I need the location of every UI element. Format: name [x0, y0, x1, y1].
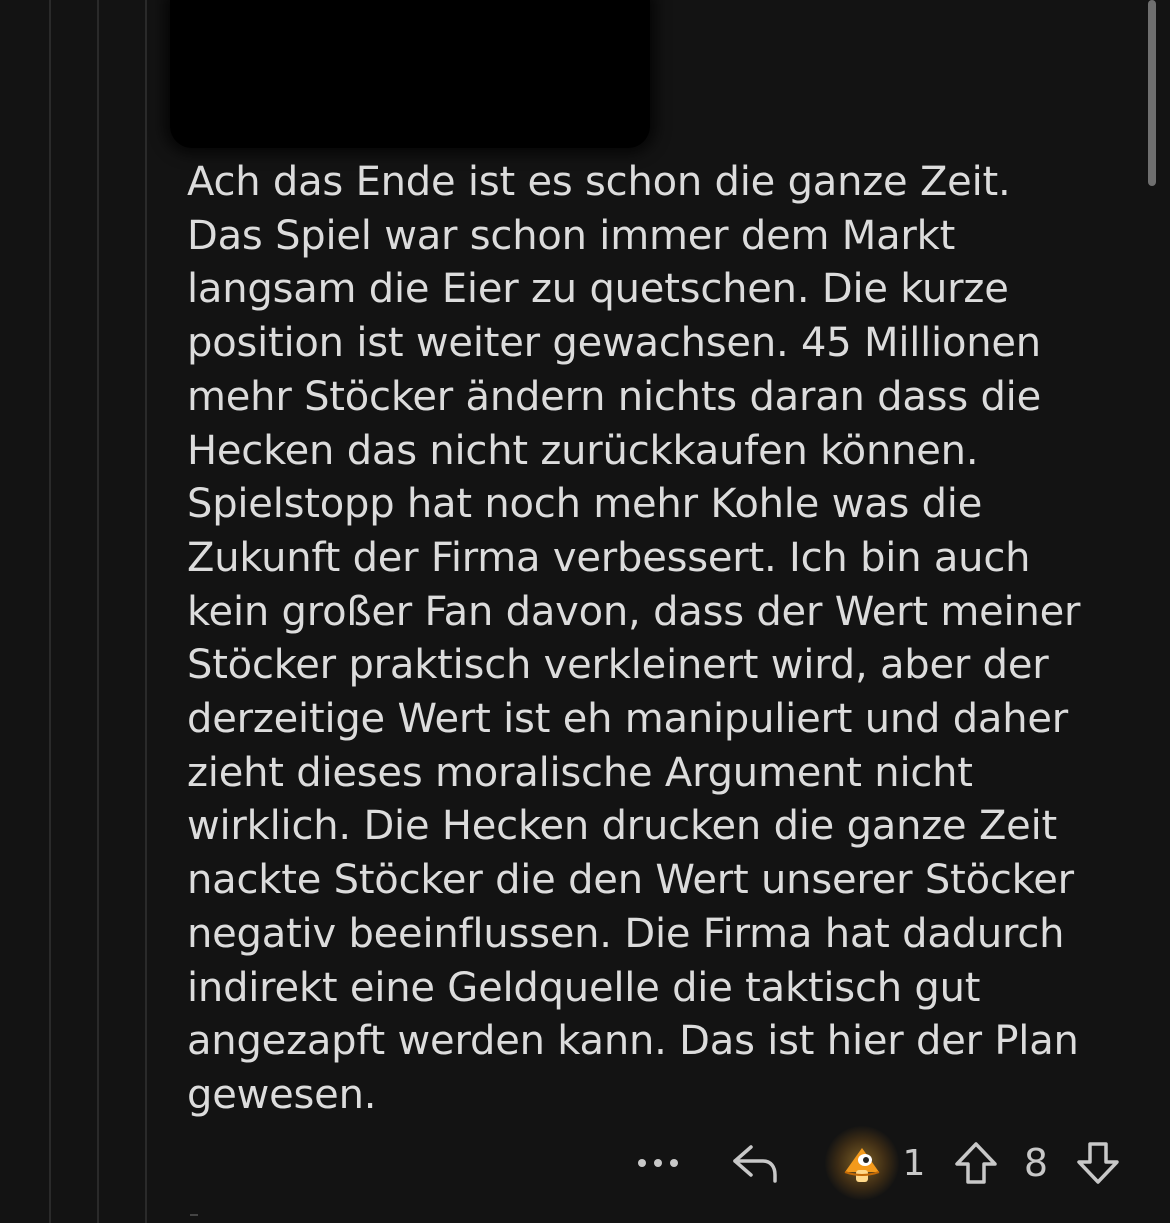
comment-line: langsam die Eier zu quetschen. Die kurze — [187, 266, 1009, 313]
comment-line: gewesen. — [187, 1071, 377, 1118]
comment-line: negativ beeinflussen. Die Firma hat dadu… — [187, 910, 1065, 957]
award-count: 1 — [902, 1142, 926, 1184]
thread-line-2[interactable] — [97, 0, 99, 1223]
comment-line: Das Spiel war schon immer dem Markt — [187, 212, 956, 259]
more-options-button[interactable] — [630, 1135, 686, 1191]
comment-line: zieht dieses moralische Argument nicht — [187, 749, 973, 796]
upvote-arrow-icon — [955, 1142, 997, 1184]
thread-line-3[interactable] — [145, 0, 147, 1223]
more-dots-icon — [638, 1159, 678, 1167]
comment-line: angezapft werden kann. Das ist hier der … — [187, 1018, 1079, 1065]
comment-line: mehr Stöcker ändern nichts daran dass di… — [187, 373, 1041, 420]
comment-line: Spielstopp hat noch mehr Kohle was die — [187, 481, 983, 528]
comment-line: Hecken das nicht zurückkaufen können. — [187, 427, 979, 474]
downvote-arrow-icon — [1077, 1142, 1119, 1184]
upvote-button[interactable] — [950, 1135, 1002, 1191]
comment-line: wirklich. Die Hecken drucken die ganze Z… — [187, 803, 1057, 850]
comment-line: nackte Stöcker die den Wert unserer Stöc… — [187, 857, 1074, 904]
vote-score: 8 — [1023, 1141, 1049, 1185]
comment-line: Stöcker praktisch verkleinert wird, aber… — [187, 642, 1049, 689]
comment-line: derzeitige Wert ist eh manipuliert und d… — [187, 696, 1069, 743]
comment-line: Ach das Ende ist es schon die ganze Zeit… — [187, 159, 1011, 205]
comment-line: kein großer Fan davon, dass der Wert mei… — [187, 588, 1081, 635]
downvote-button[interactable] — [1072, 1135, 1124, 1191]
reply-button[interactable] — [724, 1135, 788, 1191]
comment-line: position ist weiter gewachsen. 45 Millio… — [187, 320, 1041, 367]
comment-line: indirekt eine Geldquelle die taktisch gu… — [187, 964, 981, 1011]
award-button[interactable]: 1 — [820, 1126, 930, 1200]
reply-arrow-icon — [733, 1145, 777, 1183]
award-icon — [844, 1148, 879, 1182]
comment-line: Zukunft der Firma verbessert. Ich bin au… — [187, 534, 1031, 581]
thread-line-1[interactable] — [49, 0, 51, 1223]
next-comment-indicator — [190, 1214, 198, 1216]
redacted-author-area — [170, 0, 650, 148]
award-glow — [824, 1126, 899, 1200]
comment-action-bar: 1 8 — [620, 1126, 1140, 1200]
scrollbar[interactable] — [1148, 0, 1156, 186]
comment-body: Ach das Ende ist es schon die ganze Zeit… — [187, 156, 1137, 1123]
